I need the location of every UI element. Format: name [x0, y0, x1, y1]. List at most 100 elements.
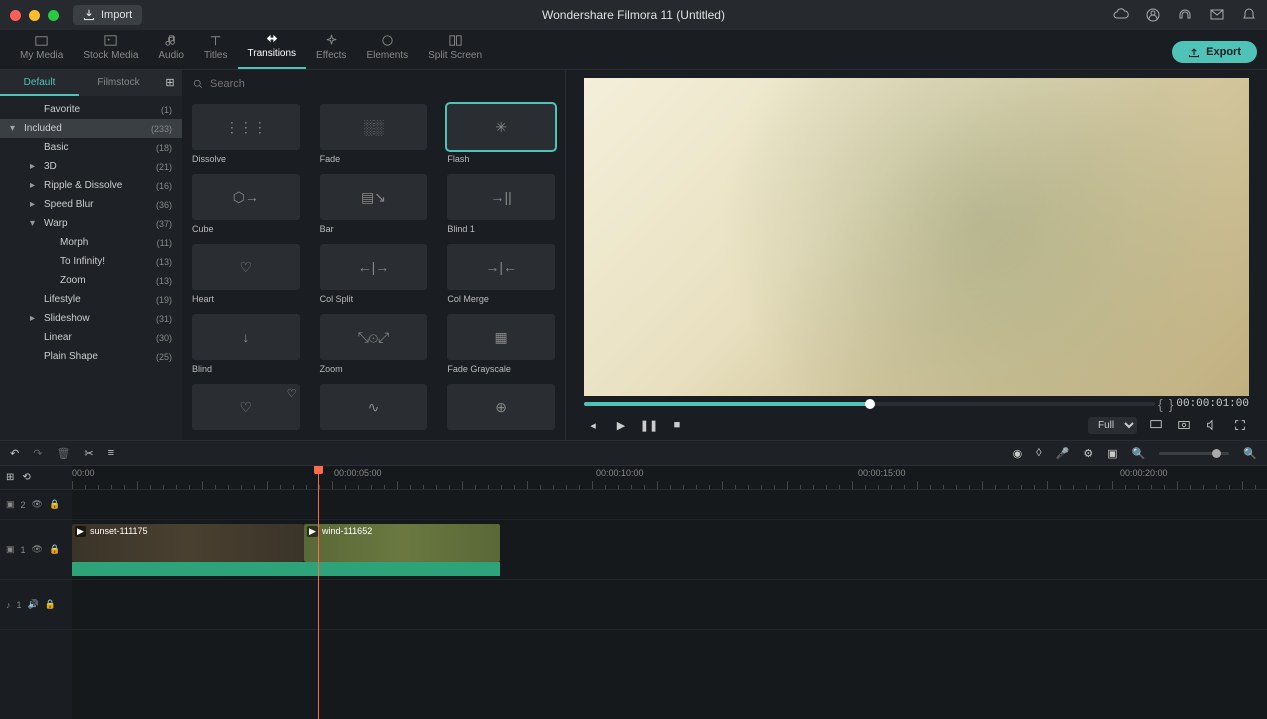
lock-icon[interactable]: 🔒 — [49, 544, 60, 555]
snap-icon[interactable]: ⊞ — [6, 472, 14, 483]
color-icon[interactable]: ◉ — [1013, 447, 1023, 460]
play-track[interactable] — [584, 402, 1155, 406]
minimize-window[interactable] — [29, 10, 40, 21]
link-icon[interactable]: ⟲ — [22, 472, 30, 483]
track-area[interactable]: 00:0000:00:05:0000:00:10:0000:00:15:0000… — [72, 466, 1267, 719]
clip-audio-waveform[interactable] — [72, 562, 500, 576]
category-item[interactable]: Zoom(13) — [0, 271, 182, 290]
transition-item[interactable]: ⬡→Cube — [192, 174, 300, 234]
category-item[interactable]: Favorite(1) — [0, 100, 182, 119]
transition-item[interactable]: ⋮⋮⋮Dissolve — [192, 104, 300, 164]
delete-icon[interactable]: 🗑 — [56, 447, 70, 460]
tab-effects[interactable]: Effects — [306, 29, 356, 69]
category-item[interactable]: ▸Speed Blur(36) — [0, 195, 182, 214]
category-item[interactable]: ▸3D(21) — [0, 157, 182, 176]
prev-frame-button[interactable]: ◂ — [584, 416, 602, 434]
tab-default[interactable]: Default — [0, 70, 79, 96]
quality-select[interactable]: Full — [1088, 417, 1137, 434]
transition-item[interactable]: ↓Blind — [192, 314, 300, 374]
favorite-icon[interactable]: ♡ — [287, 387, 297, 400]
fullscreen-icon[interactable] — [1231, 416, 1249, 434]
transition-item[interactable]: →|←Col Merge — [447, 244, 555, 304]
tab-my-media[interactable]: My Media — [10, 29, 73, 69]
transition-item[interactable]: ✳Flash — [447, 104, 555, 164]
track-header-a1[interactable]: ♪1 🔊 🔒 — [0, 580, 72, 630]
volume-icon[interactable] — [1203, 416, 1221, 434]
tab-titles[interactable]: Titles — [194, 29, 238, 69]
marker-icon[interactable]: ◊ — [1036, 447, 1041, 459]
account-icon[interactable] — [1145, 7, 1161, 23]
transition-item[interactable]: ♡♡ — [192, 384, 300, 434]
transition-item[interactable]: ▤↘Bar — [320, 174, 428, 234]
crop-icon[interactable]: ▣ — [1107, 447, 1117, 460]
stop-button[interactable]: ■ — [668, 416, 686, 434]
transition-item[interactable]: ∿ — [320, 384, 428, 434]
preview-viewport[interactable] — [584, 78, 1249, 396]
message-icon[interactable] — [1209, 7, 1225, 23]
zoom-slider[interactable] — [1159, 452, 1229, 455]
export-button[interactable]: Export — [1172, 41, 1257, 63]
snapshot-icon[interactable] — [1175, 416, 1193, 434]
pause-button[interactable]: ❚❚ — [640, 416, 658, 434]
maximize-window[interactable] — [48, 10, 59, 21]
transition-item[interactable]: ⊕ — [447, 384, 555, 434]
transition-item[interactable]: ░░Fade — [320, 104, 428, 164]
track-header-v2[interactable]: ▣2 👁 🔒 — [0, 490, 72, 520]
playbar[interactable]: { } 00:00:01:00 — [584, 398, 1249, 410]
eye-icon[interactable]: 👁 — [32, 499, 43, 510]
play-button[interactable]: ▶ — [612, 416, 630, 434]
display-icon[interactable] — [1147, 416, 1165, 434]
track-v2[interactable] — [72, 490, 1267, 520]
zoom-out-icon[interactable]: 🔍 — [1132, 447, 1146, 460]
playhead[interactable] — [318, 466, 319, 719]
notification-icon[interactable] — [1241, 7, 1257, 23]
lock-icon[interactable]: 🔒 — [45, 599, 56, 610]
tab-elements[interactable]: Elements — [356, 29, 418, 69]
category-item[interactable]: ▾Included(233) — [0, 119, 182, 138]
tab-split-screen[interactable]: Split Screen — [418, 29, 492, 69]
time-ruler[interactable]: 00:0000:00:05:0000:00:10:0000:00:15:0000… — [72, 466, 1267, 490]
tab-audio[interactable]: Audio — [148, 29, 194, 69]
voiceover-icon[interactable]: 🎤 — [1056, 447, 1070, 460]
category-item[interactable]: ▸Slideshow(31) — [0, 309, 182, 328]
clip[interactable]: ▶sunset-111175 — [72, 524, 304, 562]
search-row — [182, 70, 565, 98]
track-a1[interactable] — [72, 580, 1267, 630]
transition-item[interactable]: ▦Fade Grayscale — [447, 314, 555, 374]
redo-icon[interactable]: ↷ — [33, 447, 42, 460]
import-button[interactable]: Import — [73, 5, 142, 25]
category-item[interactable]: Lifestyle(19) — [0, 290, 182, 309]
transition-item[interactable]: →||Blind 1 — [447, 174, 555, 234]
category-item[interactable]: ▸Ripple & Dissolve(16) — [0, 176, 182, 195]
clip[interactable]: ▶wind-111652 — [304, 524, 500, 562]
category-label: To Infinity! — [60, 256, 105, 267]
category-item[interactable]: Plain Shape(25) — [0, 347, 182, 366]
close-window[interactable] — [10, 10, 21, 21]
support-icon[interactable] — [1177, 7, 1193, 23]
track-v1[interactable]: ▶sunset-111175▶wind-111652 — [72, 520, 1267, 580]
mixer-icon[interactable]: ⚙ — [1083, 447, 1093, 460]
transition-item[interactable]: ♡Heart — [192, 244, 300, 304]
play-handle[interactable] — [865, 399, 875, 409]
grid-view-icon[interactable]: ⊞ — [158, 70, 182, 96]
undo-icon[interactable]: ↶ — [10, 447, 19, 460]
tab-filmstock[interactable]: Filmstock — [79, 70, 158, 96]
transition-item[interactable]: ⤡⊙⤢Zoom — [320, 314, 428, 374]
cloud-icon[interactable] — [1113, 7, 1129, 23]
category-item[interactable]: Linear(30) — [0, 328, 182, 347]
zoom-in-icon[interactable]: 🔍 — [1243, 447, 1257, 460]
tab-stock-media[interactable]: Stock Media — [73, 29, 148, 69]
track-header-v1[interactable]: ▣1 👁 🔒 — [0, 520, 72, 580]
search-input[interactable] — [204, 78, 555, 90]
mute-icon[interactable]: 🔊 — [28, 599, 39, 610]
split-icon[interactable]: ✂ — [84, 447, 93, 460]
lock-icon[interactable]: 🔒 — [49, 499, 60, 510]
category-item[interactable]: ▾Warp(37) — [0, 214, 182, 233]
category-item[interactable]: To Infinity!(13) — [0, 252, 182, 271]
more-icon[interactable]: ≡ — [108, 447, 114, 459]
category-item[interactable]: Morph(11) — [0, 233, 182, 252]
tab-transitions[interactable]: Transitions — [238, 27, 307, 69]
transition-item[interactable]: ←|→Col Split — [320, 244, 428, 304]
category-item[interactable]: Basic(18) — [0, 138, 182, 157]
eye-icon[interactable]: 👁 — [32, 544, 43, 555]
